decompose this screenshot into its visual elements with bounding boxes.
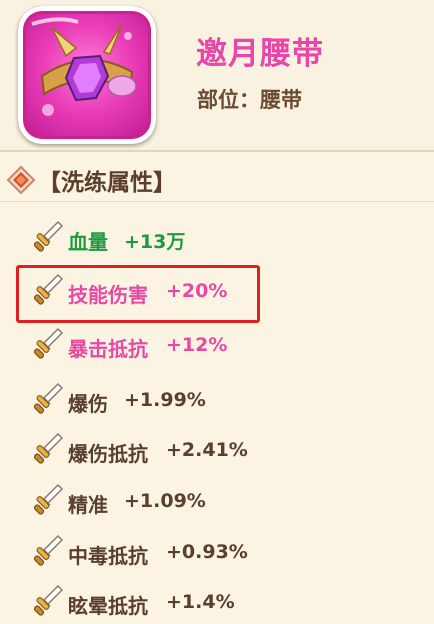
attribute-value: +1.4% <box>166 591 235 613</box>
slot-value: 腰带 <box>260 88 302 112</box>
attribute-value: +0.93% <box>166 541 248 563</box>
highlight-box <box>16 265 260 323</box>
attribute-value: +13万 <box>124 231 186 253</box>
attribute-value: +12% <box>166 334 228 356</box>
attribute-row: 暴击抵抗 +12% <box>32 323 412 367</box>
attribute-value: +1.99% <box>124 389 206 411</box>
attribute-name: 爆伤抵抗 <box>68 442 148 466</box>
sword-icon <box>32 382 66 420</box>
item-header: 邀月腰带 部位：腰带 <box>0 0 434 152</box>
item-name: 邀月腰带 <box>196 36 324 72</box>
sword-icon <box>32 327 66 365</box>
attribute-row: 血量 +13万 <box>32 216 412 260</box>
attribute-row: 精准 +1.09% <box>32 479 412 523</box>
sword-icon <box>32 534 66 572</box>
attribute-name: 爆伤 <box>68 392 108 416</box>
attribute-name: 精准 <box>68 493 108 517</box>
attribute-name: 中毒抵抗 <box>68 544 148 568</box>
header-divider <box>0 150 434 152</box>
attribute-value: +2.41% <box>166 439 248 461</box>
slot-label: 部位： <box>197 88 260 112</box>
sword-icon <box>32 483 66 521</box>
attribute-row: 爆伤抵抗 +2.41% <box>32 428 412 472</box>
attribute-name: 眩晕抵抗 <box>68 594 148 618</box>
attribute-name: 血量 <box>68 230 108 254</box>
sword-icon <box>32 432 66 470</box>
attribute-row: 中毒抵抗 +0.93% <box>32 530 412 574</box>
refine-section-header: 【洗练属性】 <box>0 153 434 202</box>
attribute-row: 眩晕抵抗 +1.4% <box>32 580 412 624</box>
sword-icon <box>32 584 66 622</box>
attribute-name: 暴击抵抗 <box>68 337 148 361</box>
belt-icon[interactable] <box>18 6 156 144</box>
item-slot: 部位：腰带 <box>197 84 302 114</box>
sword-icon <box>32 220 66 258</box>
attribute-row: 爆伤 +1.99% <box>32 378 412 422</box>
diamond-badge-icon <box>6 165 36 195</box>
attribute-value: +1.09% <box>124 490 206 512</box>
section-title: 【洗练属性】 <box>38 170 176 196</box>
